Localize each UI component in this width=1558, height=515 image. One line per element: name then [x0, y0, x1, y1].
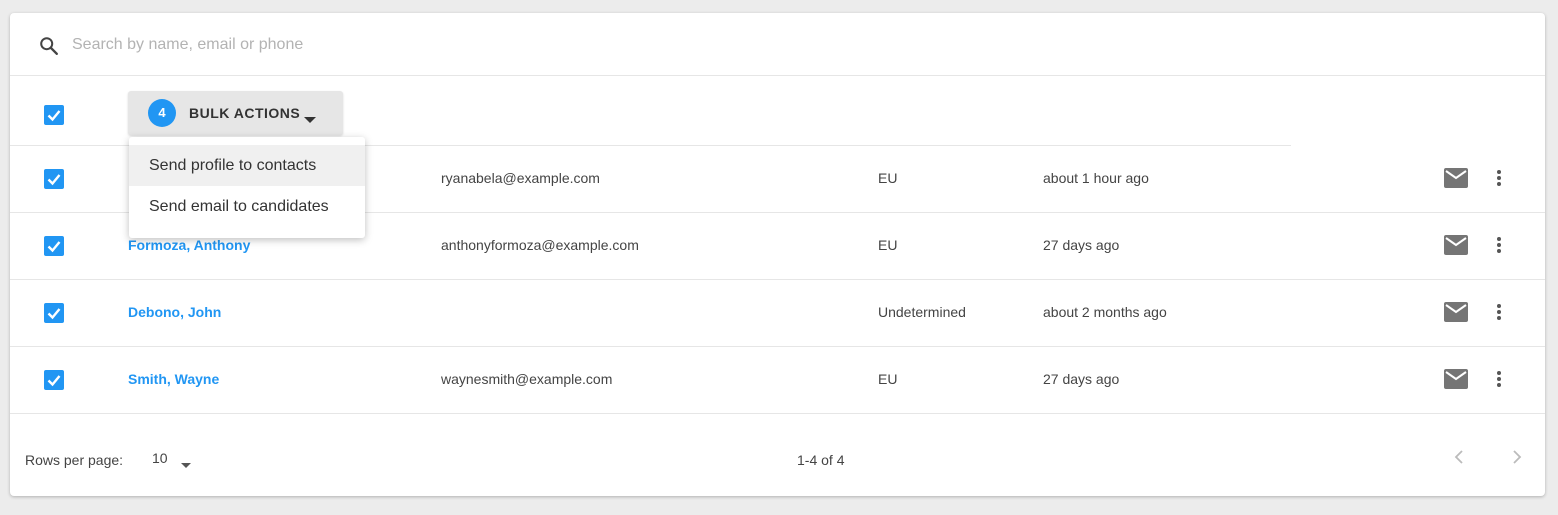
chevron-right-icon[interactable] [1506, 447, 1526, 467]
caret-down-icon [181, 455, 191, 473]
search-bar [10, 13, 1545, 76]
search-icon [38, 35, 60, 57]
table-row: Smith, Wayne waynesmith@example.com EU 2… [10, 347, 1545, 414]
more-vert-icon[interactable] [1493, 369, 1505, 389]
candidate-region: EU [878, 237, 898, 253]
menu-item-send-profile[interactable]: Send profile to contacts [129, 145, 365, 186]
rows-per-page-label: Rows per page: [25, 452, 124, 468]
caret-down-icon [304, 110, 316, 128]
mail-icon[interactable] [1444, 369, 1468, 389]
bulk-actions-label: BULK ACTIONS [189, 105, 301, 121]
candidate-name-link[interactable]: Formoza, Anthony [128, 237, 250, 253]
more-vert-icon[interactable] [1493, 235, 1505, 255]
more-vert-icon[interactable] [1493, 168, 1505, 188]
row-checkbox[interactable] [44, 370, 64, 390]
pagination-range: 1-4 of 4 [797, 452, 845, 468]
rows-per-page-value: 10 [152, 450, 168, 466]
table-footer: Rows per page: 10 1-4 of 4 [10, 415, 1545, 496]
candidate-region: Undetermined [878, 304, 966, 320]
candidate-region: EU [878, 371, 898, 387]
candidate-updated: about 2 months ago [1043, 304, 1167, 320]
row-checkbox[interactable] [44, 303, 64, 323]
mail-icon[interactable] [1444, 168, 1468, 188]
bulk-actions-menu: Send profile to contacts Send email to c… [129, 137, 365, 238]
bulk-actions-button[interactable]: 4 BULK ACTIONS [128, 91, 343, 135]
candidate-updated: about 1 hour ago [1043, 170, 1149, 186]
candidate-email: anthonyformoza@example.com [441, 237, 639, 253]
candidate-region: EU [878, 170, 898, 186]
more-vert-icon[interactable] [1493, 302, 1505, 322]
candidate-name-link[interactable]: Debono, John [128, 304, 221, 320]
row-checkbox[interactable] [44, 169, 64, 189]
table-row: Debono, John Undetermined about 2 months… [10, 280, 1545, 347]
candidate-name-link[interactable]: Smith, Wayne [128, 371, 219, 387]
candidate-updated: 27 days ago [1043, 237, 1120, 253]
mail-icon[interactable] [1444, 235, 1468, 255]
candidate-updated: 27 days ago [1043, 371, 1120, 387]
selected-count-badge: 4 [148, 99, 176, 127]
chevron-left-icon[interactable] [1450, 447, 1470, 467]
row-checkbox[interactable] [44, 236, 64, 256]
candidate-email: ryanabela@example.com [441, 170, 600, 186]
candidates-table-card: 4 BULK ACTIONS ryanabela@example.com EU … [10, 13, 1545, 496]
candidate-email: waynesmith@example.com [441, 371, 613, 387]
menu-item-send-email[interactable]: Send email to candidates [129, 186, 365, 227]
rows-per-page-select[interactable]: 10 [152, 447, 202, 471]
mail-icon[interactable] [1444, 302, 1468, 322]
select-all-checkbox[interactable] [44, 105, 64, 125]
search-input[interactable] [72, 31, 772, 59]
